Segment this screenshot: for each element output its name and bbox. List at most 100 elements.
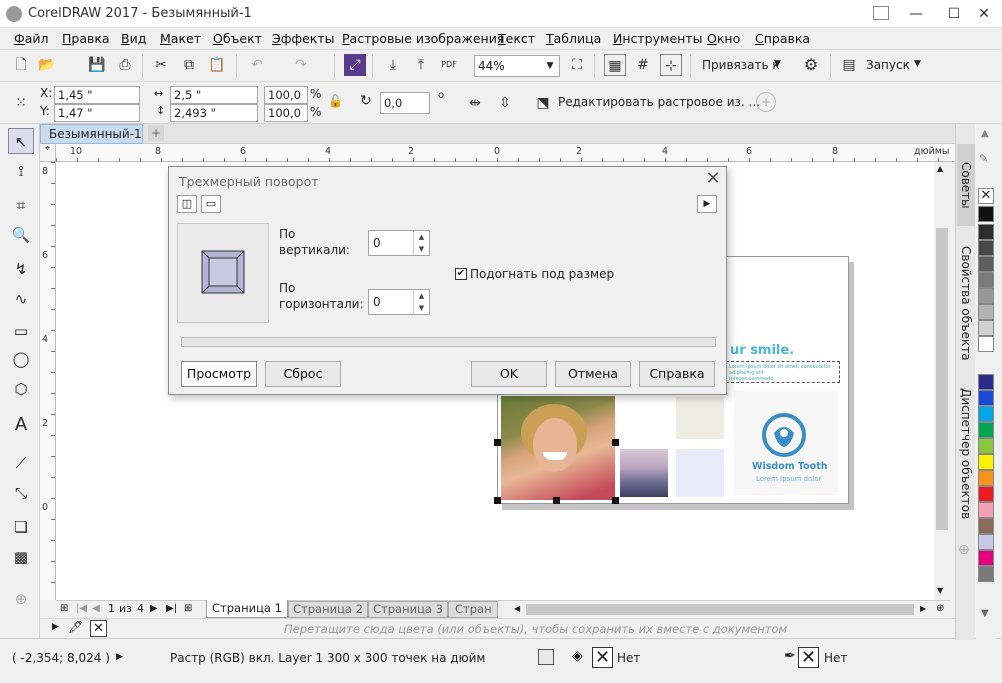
- y-position-input[interactable]: 1,47 ": [54, 104, 140, 122]
- snap-to-label[interactable]: Привязать к: [702, 58, 780, 72]
- scroll-left-icon[interactable]: ◀: [514, 604, 520, 613]
- launch-icon[interactable]: ▤: [838, 54, 860, 76]
- menu-file[interactable]: Файл: [14, 31, 49, 46]
- new-document-icon[interactable]: 🗋: [10, 54, 32, 76]
- palette-swatch[interactable]: [978, 438, 994, 454]
- menu-tools[interactable]: Инструменты: [613, 31, 702, 46]
- close-button[interactable]: ✕: [966, 0, 1002, 28]
- cut-icon[interactable]: ✂: [150, 54, 172, 76]
- selection-handle[interactable]: [553, 497, 560, 504]
- rotation-preview[interactable]: [177, 223, 269, 323]
- palette-swatch[interactable]: [978, 206, 994, 222]
- palette-swatch[interactable]: [978, 224, 994, 240]
- selection-handle[interactable]: [612, 439, 619, 446]
- dual-view-icon[interactable]: ◫: [177, 195, 197, 213]
- height-input[interactable]: 2,493 ": [170, 104, 258, 122]
- palette-swatch[interactable]: [978, 422, 994, 438]
- spin-arrows-icon[interactable]: ▲ ▼: [413, 290, 429, 314]
- no-color-swatch[interactable]: ✕: [90, 620, 107, 637]
- menu-effects[interactable]: Эффекты: [272, 31, 335, 46]
- width-input[interactable]: 2,5 ": [170, 86, 258, 104]
- selection-handle[interactable]: [494, 497, 501, 504]
- launch-label[interactable]: Запуск: [866, 58, 910, 72]
- parallel-dimension-icon[interactable]: ⟋: [8, 450, 34, 476]
- palette-swatch[interactable]: [978, 240, 994, 256]
- chevron-down-icon[interactable]: ▼: [914, 59, 921, 69]
- reset-button[interactable]: Сброс: [265, 361, 341, 387]
- palette-swatch[interactable]: [978, 304, 994, 320]
- open-icon[interactable]: 📂: [36, 54, 58, 76]
- vertical-angle-stepper[interactable]: 0 ▲ ▼: [368, 230, 430, 256]
- vertical-ruler[interactable]: 8 6 4 2 0: [40, 162, 56, 600]
- palette-swatch[interactable]: [978, 470, 994, 486]
- save-icon[interactable]: 💾: [86, 54, 108, 76]
- menu-help[interactable]: Справка: [755, 31, 810, 46]
- menu-edit[interactable]: Правка: [62, 31, 110, 46]
- palette-swatch[interactable]: [978, 272, 994, 288]
- import-icon[interactable]: ⤓: [382, 54, 404, 76]
- next-page-icon[interactable]: ▶: [150, 603, 158, 614]
- fit-label[interactable]: Подогнать под размер: [470, 267, 614, 281]
- chevron-down-icon[interactable]: ▼: [542, 56, 558, 76]
- redo-icon[interactable]: ↷: [290, 54, 312, 76]
- horizontal-scrollbar-thumb[interactable]: [526, 604, 914, 615]
- show-rulers-icon[interactable]: ▦: [604, 54, 626, 76]
- menu-bitmaps[interactable]: Растровые изображения: [342, 31, 504, 46]
- ellipse-tool-icon[interactable]: ◯: [8, 346, 34, 372]
- selected-text-frame[interactable]: Lorem ipsum dolor sit amet, consectetur …: [726, 361, 840, 383]
- palette-swatch[interactable]: [978, 486, 994, 502]
- last-page-icon[interactable]: ▶|: [166, 603, 177, 614]
- help-button[interactable]: Справка: [639, 361, 715, 387]
- color-proof-icon[interactable]: [538, 649, 554, 665]
- horizontal-angle-stepper[interactable]: 0 ▲ ▼: [368, 289, 430, 315]
- lock-ratio-icon[interactable]: 🔓: [328, 94, 343, 108]
- polygon-tool-icon[interactable]: ⬡: [8, 376, 34, 402]
- palette-swatch[interactable]: [978, 534, 994, 550]
- menu-text[interactable]: Текст: [498, 31, 535, 46]
- palette-swatch[interactable]: [978, 256, 994, 272]
- gear-icon[interactable]: ⚙: [800, 54, 822, 76]
- palette-menu-icon[interactable]: ▶: [52, 622, 59, 632]
- docker-tab-object-manager[interactable]: Диспетчер объектов: [959, 388, 973, 519]
- chevron-down-icon[interactable]: ▼: [774, 59, 781, 69]
- selection-handle[interactable]: [612, 497, 619, 504]
- outline-none-swatch[interactable]: ✕: [798, 647, 819, 668]
- docker-tab-object-properties[interactable]: Свойства объекта: [959, 246, 973, 361]
- cancel-button[interactable]: Отмена: [555, 361, 631, 387]
- freehand-tool-icon[interactable]: ↯: [8, 256, 34, 282]
- palette-swatch[interactable]: [978, 288, 994, 304]
- first-page-icon[interactable]: |◀: [76, 603, 87, 614]
- edit-bitmap-icon[interactable]: ⬔: [532, 92, 554, 114]
- palette-arrow-icon[interactable]: ▲: [981, 128, 989, 139]
- palette-swatch[interactable]: [978, 502, 994, 518]
- fill-icon[interactable]: ◈: [572, 648, 583, 664]
- scale-width-input[interactable]: 100,0: [264, 86, 308, 104]
- artistic-media-icon[interactable]: ∿: [8, 286, 34, 312]
- full-screen-icon[interactable]: ⛶: [566, 54, 588, 76]
- palette-swatch[interactable]: [978, 390, 994, 406]
- add-tool-icon[interactable]: ⊕: [8, 586, 34, 612]
- page-tab-4[interactable]: Стран: [448, 601, 498, 618]
- color-swatch-lavender[interactable]: [676, 449, 724, 497]
- show-guidelines-icon[interactable]: ⊹: [660, 54, 682, 76]
- print-icon[interactable]: ⎙: [114, 54, 136, 76]
- logo-card[interactable]: Wisdom Tooth Lorem ipsum dolor: [734, 391, 838, 495]
- dialog-close-button[interactable]: ✕: [701, 167, 725, 191]
- spin-arrows-icon[interactable]: ▲ ▼: [413, 231, 429, 255]
- prev-page-icon[interactable]: ◀: [92, 603, 100, 614]
- outline-pen-icon[interactable]: ✒: [784, 648, 796, 664]
- publish-pdf-icon[interactable]: PDF: [438, 54, 460, 76]
- palette-swatch[interactable]: [978, 336, 994, 352]
- add-document-tab[interactable]: +: [148, 125, 164, 141]
- fit-checkbox[interactable]: ✔: [455, 268, 467, 280]
- menu-table[interactable]: Таблица: [546, 31, 601, 46]
- mirror-horizontal-icon[interactable]: ⇹: [464, 92, 486, 114]
- palette-swatch[interactable]: [978, 518, 994, 534]
- x-position-input[interactable]: 1,45 ": [54, 86, 140, 104]
- scrollbar-thumb[interactable]: [936, 228, 948, 530]
- palette-swatch[interactable]: [978, 374, 994, 390]
- palette-scroll-down-icon[interactable]: ▼: [981, 608, 989, 619]
- ruler-origin[interactable]: ⌖: [40, 144, 56, 162]
- menu-object[interactable]: Объект: [213, 31, 262, 46]
- scroll-down-icon[interactable]: ▼: [937, 586, 943, 595]
